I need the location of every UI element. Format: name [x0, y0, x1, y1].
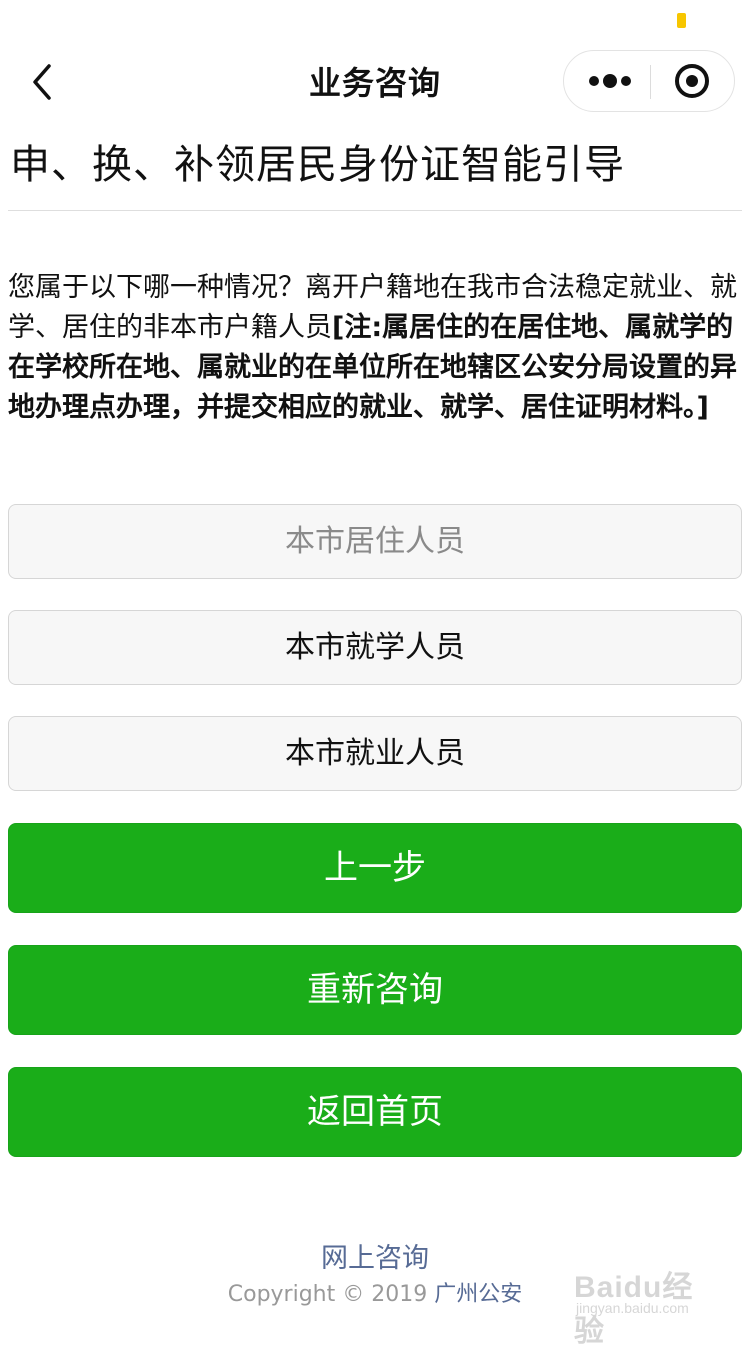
previous-step-button[interactable]: 上一步 [8, 823, 742, 913]
copyright-org-link[interactable]: 广州公安 [434, 1282, 522, 1307]
more-button[interactable] [566, 51, 648, 111]
target-close-icon [675, 64, 709, 98]
status-indicator [677, 13, 686, 28]
restart-consult-button[interactable]: 重新咨询 [8, 945, 742, 1035]
nav-bar: 业务咨询 [0, 40, 750, 124]
question-text: 您属于以下哪一种情况？离开户籍地在我市合法稳定就业、就学、居住的非本市户籍人员[… [8, 268, 744, 428]
close-button[interactable] [654, 51, 734, 111]
capsule-separator [650, 65, 651, 99]
option-employment[interactable]: 本市就业人员 [8, 716, 742, 791]
mini-program-capsule [563, 50, 735, 112]
watermark-sub: jingyan.baidu.com [576, 1300, 689, 1316]
more-dots-icon [589, 74, 631, 88]
option-residence[interactable]: 本市居住人员 [8, 504, 742, 579]
return-home-button[interactable]: 返回首页 [8, 1067, 742, 1157]
copyright-prefix: Copyright © 2019 [227, 1282, 428, 1307]
baidu-jingyan-watermark: Baidu经验 jingyan.baidu.com [574, 1262, 714, 1348]
page-title: 申、换、补领居民身份证智能引导 [10, 142, 625, 188]
title-divider [8, 210, 742, 211]
option-study[interactable]: 本市就学人员 [8, 610, 742, 685]
